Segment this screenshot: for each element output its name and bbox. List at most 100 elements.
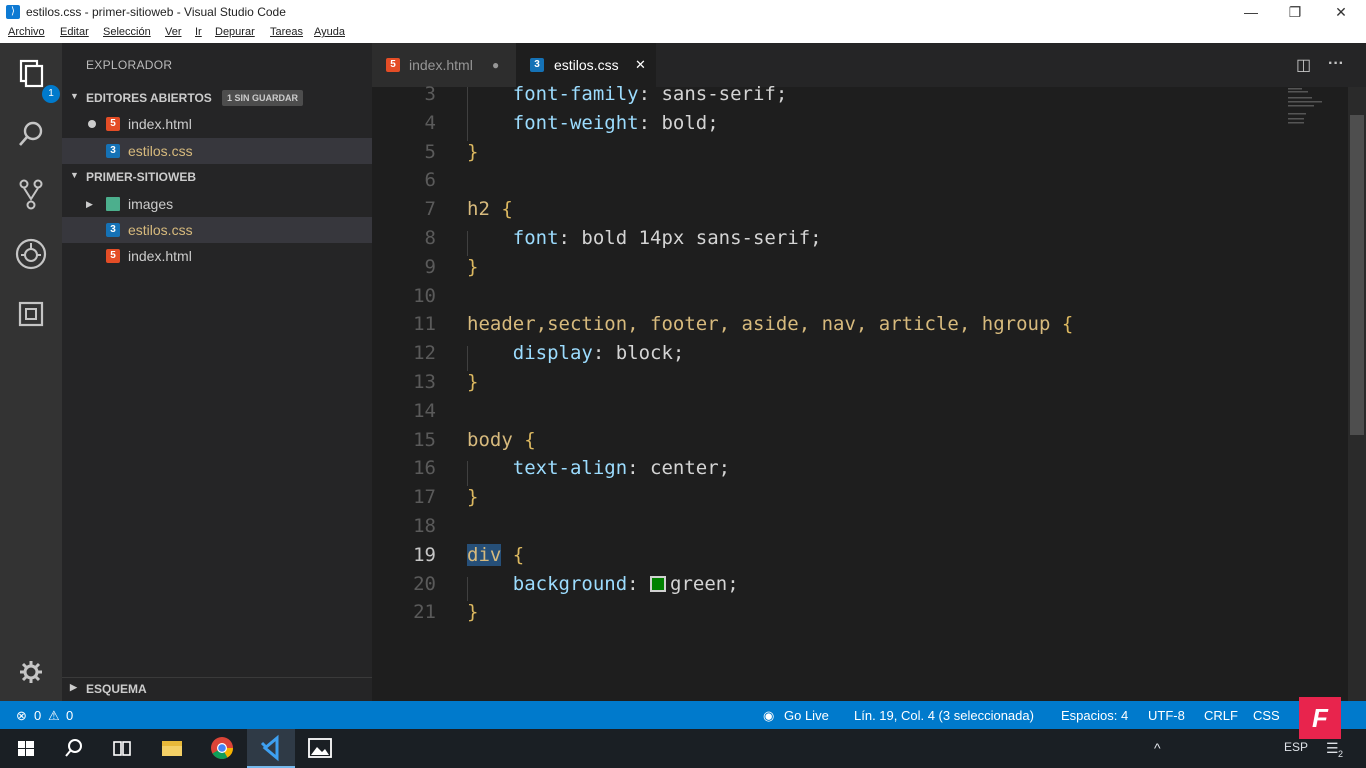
menu-ir[interactable]: Ir [195, 26, 202, 38]
broadcast-icon: ◉ [763, 708, 775, 723]
close-button[interactable]: ✕ [1326, 2, 1356, 22]
tab-label: estilos.css [554, 57, 619, 73]
windows-taskbar: ^ ESP ☰ 2 [0, 729, 1366, 768]
close-icon[interactable]: ✕ [635, 43, 646, 87]
open-editors-header[interactable]: ▼ EDITORES ABIERTOS 1 SIN GUARDAR [62, 87, 372, 109]
code-line[interactable]: body { [467, 429, 536, 451]
code-editor[interactable]: 3 font-family: sans-serif; 4 font-weight:… [372, 83, 1348, 701]
code-line[interactable]: text-align: center; [467, 457, 730, 479]
notifications-icon[interactable]: ☰ [1326, 740, 1339, 757]
line-number: 11 [413, 313, 436, 336]
menu-tareas[interactable]: Tareas [270, 26, 303, 38]
code-line[interactable]: font-family: sans-serif; [467, 83, 788, 105]
cursor-position[interactable]: Lín. 19, Col. 4 (3 seleccionada) [854, 708, 1034, 723]
start-icon[interactable] [2, 729, 50, 768]
menu-seleccion[interactable]: Selección [103, 26, 151, 38]
menu-depurar[interactable]: Depurar [215, 26, 255, 38]
code-line[interactable]: } [467, 371, 478, 393]
line-number: 15 [413, 428, 436, 451]
gear-icon[interactable] [12, 653, 50, 691]
file-explorer-icon[interactable] [148, 729, 196, 768]
minimize-button[interactable]: — [1236, 2, 1266, 22]
code-line[interactable]: background: green; [467, 573, 739, 595]
code-line[interactable]: } [467, 141, 478, 163]
debug-icon[interactable] [12, 235, 50, 273]
warning-count[interactable]: 0 [66, 708, 73, 723]
tab-bar: 5 index.html ● 3 estilos.css ✕ ◫ ··· [372, 43, 1366, 87]
error-icon[interactable]: ⊗ [16, 708, 27, 724]
maximize-button[interactable]: ❐ [1280, 2, 1310, 22]
more-actions-icon[interactable]: ··· [1328, 55, 1344, 73]
go-live-button[interactable]: Go Live [784, 708, 829, 723]
code-token-sel: body [467, 428, 525, 451]
html-file-icon: 5 [106, 249, 120, 263]
chrome-icon[interactable] [198, 729, 246, 768]
error-count[interactable]: 0 [34, 708, 41, 723]
extensions-icon[interactable] [12, 295, 50, 333]
code-line[interactable]: div { [467, 543, 524, 566]
tree-item-images[interactable]: ▶ images [62, 191, 372, 217]
tray-overflow-icon[interactable]: ^ [1154, 740, 1161, 756]
warning-icon[interactable]: ⚠ [48, 708, 60, 724]
eol-setting[interactable]: CRLF [1204, 708, 1238, 723]
window-title: estilos.css - primer-sitioweb - Visual S… [26, 5, 286, 19]
split-editor-icon[interactable]: ◫ [1296, 55, 1311, 75]
menu-archivo[interactable]: Archivo [8, 26, 45, 38]
code-line[interactable]: font: bold 14px sans-serif; [467, 227, 822, 249]
tab-estilos-css[interactable]: 3 estilos.css ✕ [516, 43, 656, 87]
code-line[interactable]: font-weight: bold; [467, 112, 719, 134]
line-number: 6 [424, 169, 436, 192]
notifications-count: 2 [1338, 749, 1344, 759]
project-folder-header[interactable]: ▼ PRIMER-SITIOWEB [62, 166, 372, 188]
unsaved-dot-icon [88, 120, 96, 128]
open-editor-item-index-html[interactable]: 5 index.html [62, 111, 372, 137]
scrollbar-thumb[interactable] [1350, 115, 1364, 435]
sidebar-title: EXPLORADOR [86, 58, 173, 72]
explorer-sidebar: EXPLORADOR ▼ EDITORES ABIERTOS 1 SIN GUA… [62, 43, 372, 701]
code-line[interactable]: } [467, 601, 478, 623]
source-control-icon[interactable] [12, 175, 50, 213]
code-line[interactable]: } [467, 486, 478, 508]
menu-editar[interactable]: Editar [60, 26, 89, 38]
open-editor-item-estilos-css[interactable]: 3 estilos.css [62, 138, 372, 164]
language-mode[interactable]: CSS [1253, 708, 1280, 723]
explorer-badge: 1 [42, 85, 60, 103]
tree-item-label: images [128, 196, 174, 212]
language-indicator[interactable]: ESP [1284, 740, 1308, 754]
indentation-setting[interactable]: Espacios: 4 [1061, 708, 1128, 723]
line-number: 5 [424, 140, 436, 163]
code-token-brace: { [1061, 313, 1074, 336]
tab-index-html[interactable]: 5 index.html ● [372, 43, 516, 87]
line-number: 17 [413, 486, 436, 509]
task-view-icon[interactable] [98, 729, 146, 768]
html-file-icon: 5 [386, 58, 400, 72]
code-token-val: : bold 14px sans-serif; [558, 227, 822, 249]
menu-ayuda[interactable]: Ayuda [314, 26, 345, 38]
activity-bar: 1 [0, 43, 62, 701]
line-number: 9 [424, 255, 436, 278]
code-token-brace: } [467, 140, 479, 163]
line-number: 14 [413, 399, 436, 422]
tree-item-index-html[interactable]: 5 index.html [62, 243, 372, 269]
minimap[interactable] [1280, 87, 1348, 701]
project-folder-label: PRIMER-SITIOWEB [86, 170, 196, 184]
tree-item-estilos-css[interactable]: 3 estilos.css [62, 217, 372, 243]
code-line[interactable]: header,section, footer, aside, nav, arti… [467, 313, 1073, 335]
editor-scrollbar[interactable] [1348, 87, 1366, 701]
code-token-brace: } [467, 486, 479, 509]
line-number: 10 [413, 284, 436, 307]
chevron-right-icon: ▶ [86, 199, 93, 209]
code-line[interactable]: h2 { [467, 198, 513, 220]
search-icon[interactable] [12, 115, 50, 153]
photos-icon[interactable] [296, 729, 344, 768]
code-token-prop: font-family [467, 83, 639, 105]
encoding-setting[interactable]: UTF-8 [1148, 708, 1185, 723]
explorer-icon[interactable]: 1 [12, 55, 60, 103]
color-swatch[interactable] [650, 575, 667, 592]
vscode-icon[interactable] [247, 729, 295, 768]
outline-header[interactable]: ▶ ESQUEMA [62, 677, 372, 699]
code-line[interactable]: display: block; [467, 342, 685, 364]
menu-ver[interactable]: Ver [165, 26, 182, 38]
search-icon[interactable] [50, 729, 98, 768]
code-line[interactable]: } [467, 256, 478, 278]
